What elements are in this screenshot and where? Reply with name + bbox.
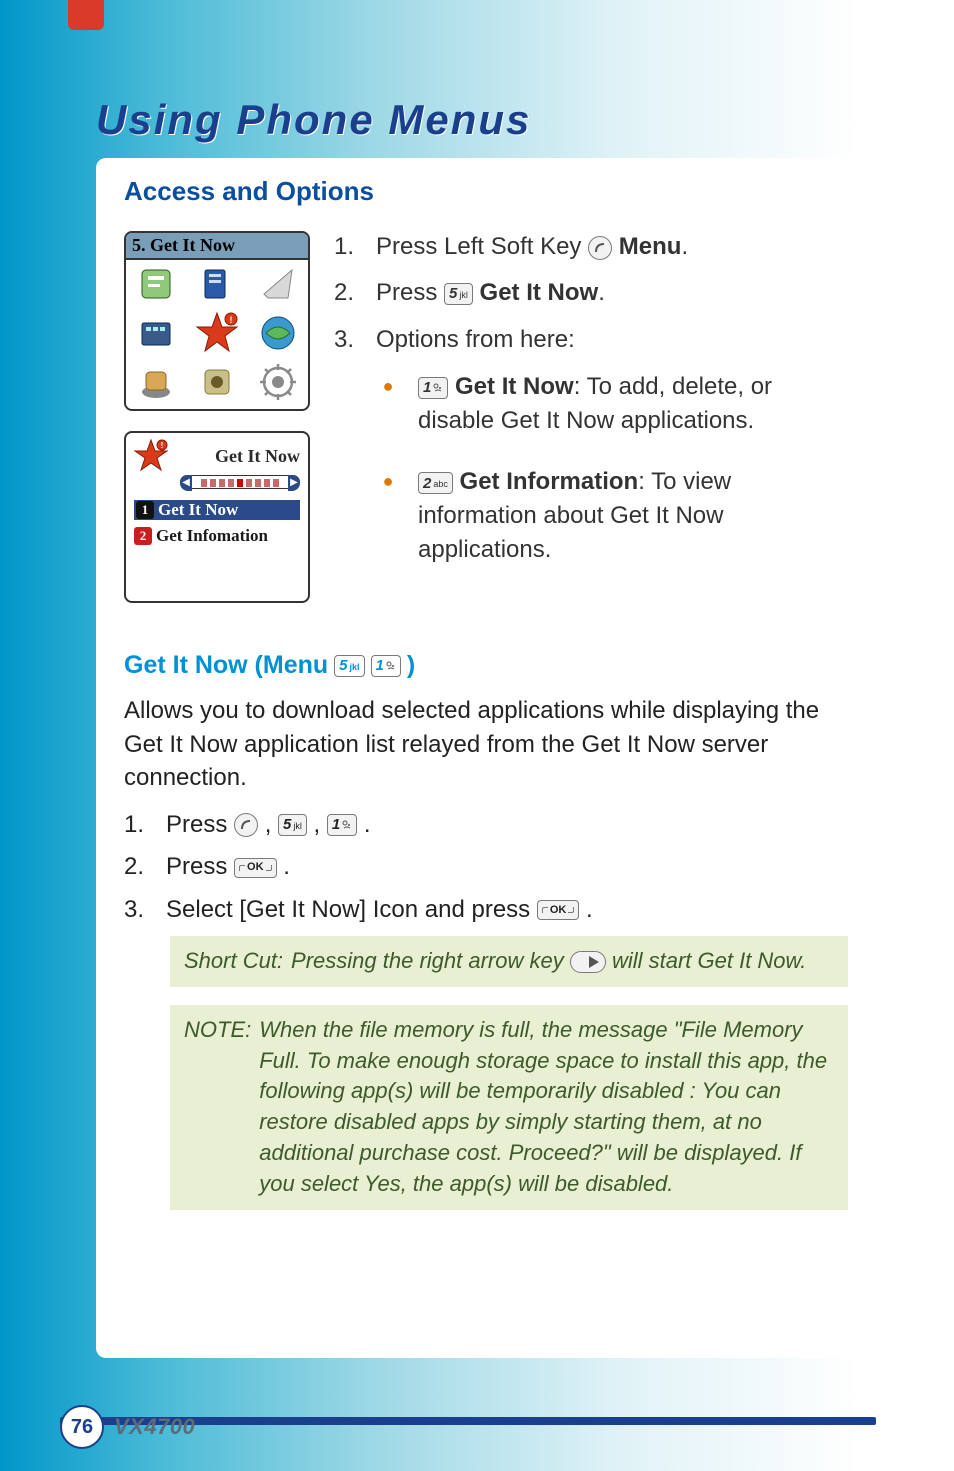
substep-1-comma2: ,	[314, 811, 327, 838]
shortcut-callout: Short Cut: Pressing the right arrow key …	[170, 936, 848, 987]
step-1-text-a: Press Left Soft Key	[376, 233, 588, 260]
shortcut-text-a: Pressing the right arrow key	[291, 948, 570, 973]
substep-2-a: Press	[166, 853, 234, 880]
step-2-text-a: Press	[376, 279, 444, 306]
screenshot-column: 5. Get It Now ! ! Get It Now	[124, 231, 310, 623]
phone-screenshot-title: 5. Get It Now	[126, 233, 308, 260]
list-label-1: Get It Now	[158, 500, 238, 520]
step-3-text: Options from here:	[376, 326, 575, 353]
menu-icon-6	[247, 309, 308, 358]
option-2-title: Get Information	[460, 468, 639, 495]
step-number: 1.	[124, 809, 148, 841]
step-3: 3. Options from here: ● 1 Get It Now: To…	[334, 324, 848, 594]
step-number: 2.	[124, 851, 148, 883]
menu-icon-5: !	[187, 309, 248, 358]
phone-list-item-2: 2 Get Infomation	[134, 526, 300, 546]
ok-key-icon: OK	[537, 900, 580, 920]
note-text: When the file memory is full, the messag…	[259, 1015, 834, 1200]
menu-icon-1	[126, 260, 187, 309]
menu-icon-2	[187, 260, 248, 309]
svg-text:!: !	[161, 441, 164, 450]
top-tab-marker	[68, 0, 104, 30]
note-callout: NOTE: When the file memory is full, the …	[170, 1005, 848, 1210]
step-2-text-c: .	[598, 279, 605, 306]
model-label: VX4700	[114, 1414, 195, 1440]
chapter-title: Using Phone Menus	[96, 96, 531, 144]
step-number: 1.	[334, 231, 358, 263]
subsection-paragraph: Allows you to download selected applicat…	[124, 694, 848, 795]
key-5-icon: 5jkl	[444, 283, 473, 305]
substep-3-a: Select [Get It Now] Icon and press	[166, 896, 537, 923]
key-2-icon: 2abc	[418, 472, 453, 494]
shortcut-label: Short Cut:	[184, 946, 283, 977]
substep-3: 3. Select [Get It Now] Icon and press OK…	[124, 894, 848, 926]
subsection-title-a: Get It Now (Menu	[124, 651, 328, 680]
key-1-icon: 1	[327, 814, 357, 836]
list-label-2: Get Infomation	[156, 526, 268, 546]
left-soft-key-icon	[234, 813, 258, 837]
right-arrow-key-icon	[570, 951, 606, 973]
menu-icon-7	[126, 357, 187, 406]
phone-tab-indicator: ◀ ▶	[134, 475, 300, 494]
bullet-dot-icon: ●	[376, 370, 400, 437]
ok-key-icon: OK	[234, 858, 277, 878]
menu-icon-4	[126, 309, 187, 358]
menu-icon-9	[247, 357, 308, 406]
page-number: 76	[60, 1405, 104, 1449]
substep-1-comma: ,	[265, 811, 278, 838]
bullet-dot-icon: ●	[376, 465, 400, 566]
step-1: 1. Press Left Soft Key Menu.	[334, 231, 848, 263]
list-badge-1: 1	[136, 501, 154, 519]
content-card: Access and Options 5. Get It Now !	[96, 158, 876, 1358]
step-2-getitnow-label: Get It Now	[480, 279, 599, 306]
option-1-title: Get It Now	[455, 373, 574, 400]
step-number: 3.	[334, 324, 358, 594]
substep-1-end: .	[364, 811, 371, 838]
key-1-icon: 1	[371, 655, 401, 677]
menu-icon-8	[187, 357, 248, 406]
left-soft-key-icon	[588, 236, 612, 260]
step-1-text-c: .	[681, 233, 688, 260]
substep-3-end: .	[586, 896, 593, 923]
substep-1-a: Press	[166, 811, 234, 838]
substep-1: 1. Press , 5jkl , 1 .	[124, 809, 848, 841]
get-it-now-star-icon: !	[134, 439, 168, 473]
step-number: 2.	[334, 277, 358, 309]
subsection-heading: Get It Now (Menu 5jkl 1 )	[124, 651, 848, 680]
phone-menu-icon-grid: !	[126, 260, 308, 406]
phone-screenshot-menu-grid: 5. Get It Now !	[124, 231, 310, 411]
list-badge-2: 2	[134, 527, 152, 545]
steps-column: 1. Press Left Soft Key Menu. 2. Press 5j…	[334, 231, 848, 623]
section-heading: Access and Options	[124, 176, 848, 207]
substep-2-end: .	[283, 853, 290, 880]
phone-screenshot-get-it-now: ! Get It Now ◀ ▶ 1 Get It Now 2 Get I	[124, 431, 310, 603]
svg-text:!: !	[229, 315, 232, 325]
option-bullet-1: ● 1 Get It Now: To add, delete, or disab…	[376, 370, 848, 437]
option-bullet-2: ● 2abc Get Information: To view informat…	[376, 465, 848, 566]
step-1-menu-label: Menu	[619, 233, 682, 260]
numbered-steps: 1. Press , 5jkl , 1 . 2. Press OK . 3.	[124, 809, 848, 926]
note-label: NOTE:	[184, 1015, 251, 1200]
key-5-icon: 5jkl	[334, 655, 364, 677]
phone-screenshot2-title: Get It Now	[174, 446, 300, 467]
key-5-icon: 5jkl	[278, 814, 307, 836]
page-badge: 76 VX4700	[60, 1405, 195, 1449]
step-2: 2. Press 5jkl Get It Now.	[334, 277, 848, 309]
key-1-icon: 1	[418, 377, 448, 399]
step-number: 3.	[124, 894, 148, 926]
menu-icon-3	[247, 260, 308, 309]
phone-list-item-1: 1 Get It Now	[134, 500, 300, 520]
shortcut-text-b: will start Get It Now.	[612, 948, 806, 973]
subsection-title-b: )	[407, 651, 415, 680]
substep-2: 2. Press OK .	[124, 851, 848, 883]
